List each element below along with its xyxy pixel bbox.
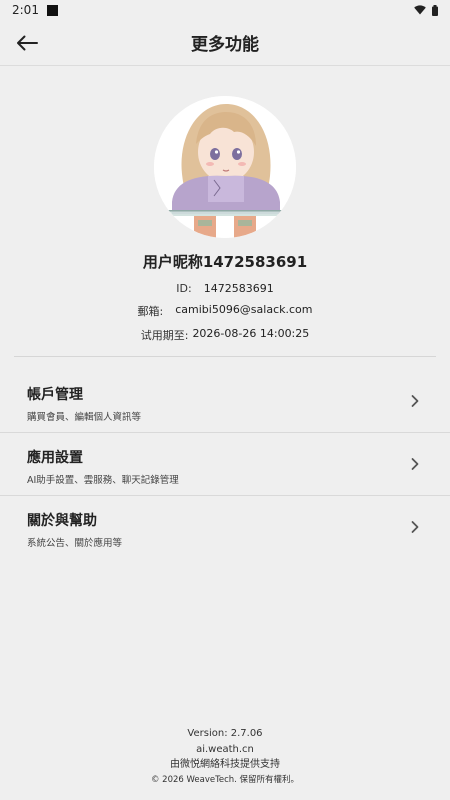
menu-item-subtitle: AI助手設置、雲服務、聊天記錄管理 [27,475,179,486]
back-button[interactable] [14,30,40,56]
trial-expiry-value: 2026-08-26 14:00:25 [192,327,310,340]
footer: Version: 2.7.06 ai.weath.cn 由微悦網絡科技提供支持 … [0,726,450,788]
menu-item-account-management[interactable]: 帳戶管理 購買會員、編輯個人資訊等 [0,370,450,433]
avatar[interactable] [154,96,296,238]
user-email-value: camibi5096@salack.com [175,303,313,316]
status-icons [414,4,438,16]
user-email-label: 郵箱: [137,305,164,318]
trial-expiry-label: 试用期至: [140,329,189,342]
page-title: 更多功能 [191,35,259,55]
support-text: 由微悦網絡科技提供支持 [170,759,280,770]
menu-item-subtitle: 購買會員、編輯個人資訊等 [27,412,142,423]
user-nickname: 用户昵称1472583691 [142,253,308,271]
user-id-value: 1472583691 [203,282,274,295]
menu-item-subtitle: 系統公告、關於應用等 [27,538,123,549]
website-link[interactable]: ai.weath.cn [196,742,254,758]
wifi-icon [414,5,426,15]
notification-icon [46,4,58,16]
status-time: 2:01 [12,3,39,17]
chevron-right-icon [411,521,419,533]
copyright-text: © 2026 WeaveTech. 保留所有權利。 [150,774,300,785]
trial-expiry-row: 试用期至: 2026-08-26 14:00:25 [141,327,310,343]
arrow-left-icon [17,35,38,51]
chevron-right-icon [411,395,419,407]
profile-section: 用户昵称1472583691 ID: 1472583691 郵箱: camibi… [0,96,450,343]
app-bar: 更多功能 [0,20,450,66]
menu-item-app-settings[interactable]: 應用設置 AI助手設置、雲服務、聊天記錄管理 [0,433,450,496]
settings-menu: 帳戶管理 購買會員、編輯個人資訊等 應用設置 AI助手設置、雲服務、聊天記錄管理… [0,370,450,559]
menu-item-about-help[interactable]: 關於與幫助 系統公告、關於應用等 [0,496,450,559]
user-id-label: ID: [176,282,192,295]
menu-item-title: 帳戶管理 [27,387,83,403]
chevron-right-icon [411,458,419,470]
user-email-row: 郵箱: camibi5096@salack.com [138,303,313,319]
section-divider [14,356,436,357]
battery-icon [432,4,438,16]
app-version: Version: 2.7.06 [187,728,263,739]
menu-item-title: 應用設置 [27,450,83,466]
menu-item-title: 關於與幫助 [27,513,97,529]
status-bar: 2:01 [0,0,450,20]
avatar-illustration [154,96,296,238]
user-id-row: ID: 1472583691 [176,282,273,295]
